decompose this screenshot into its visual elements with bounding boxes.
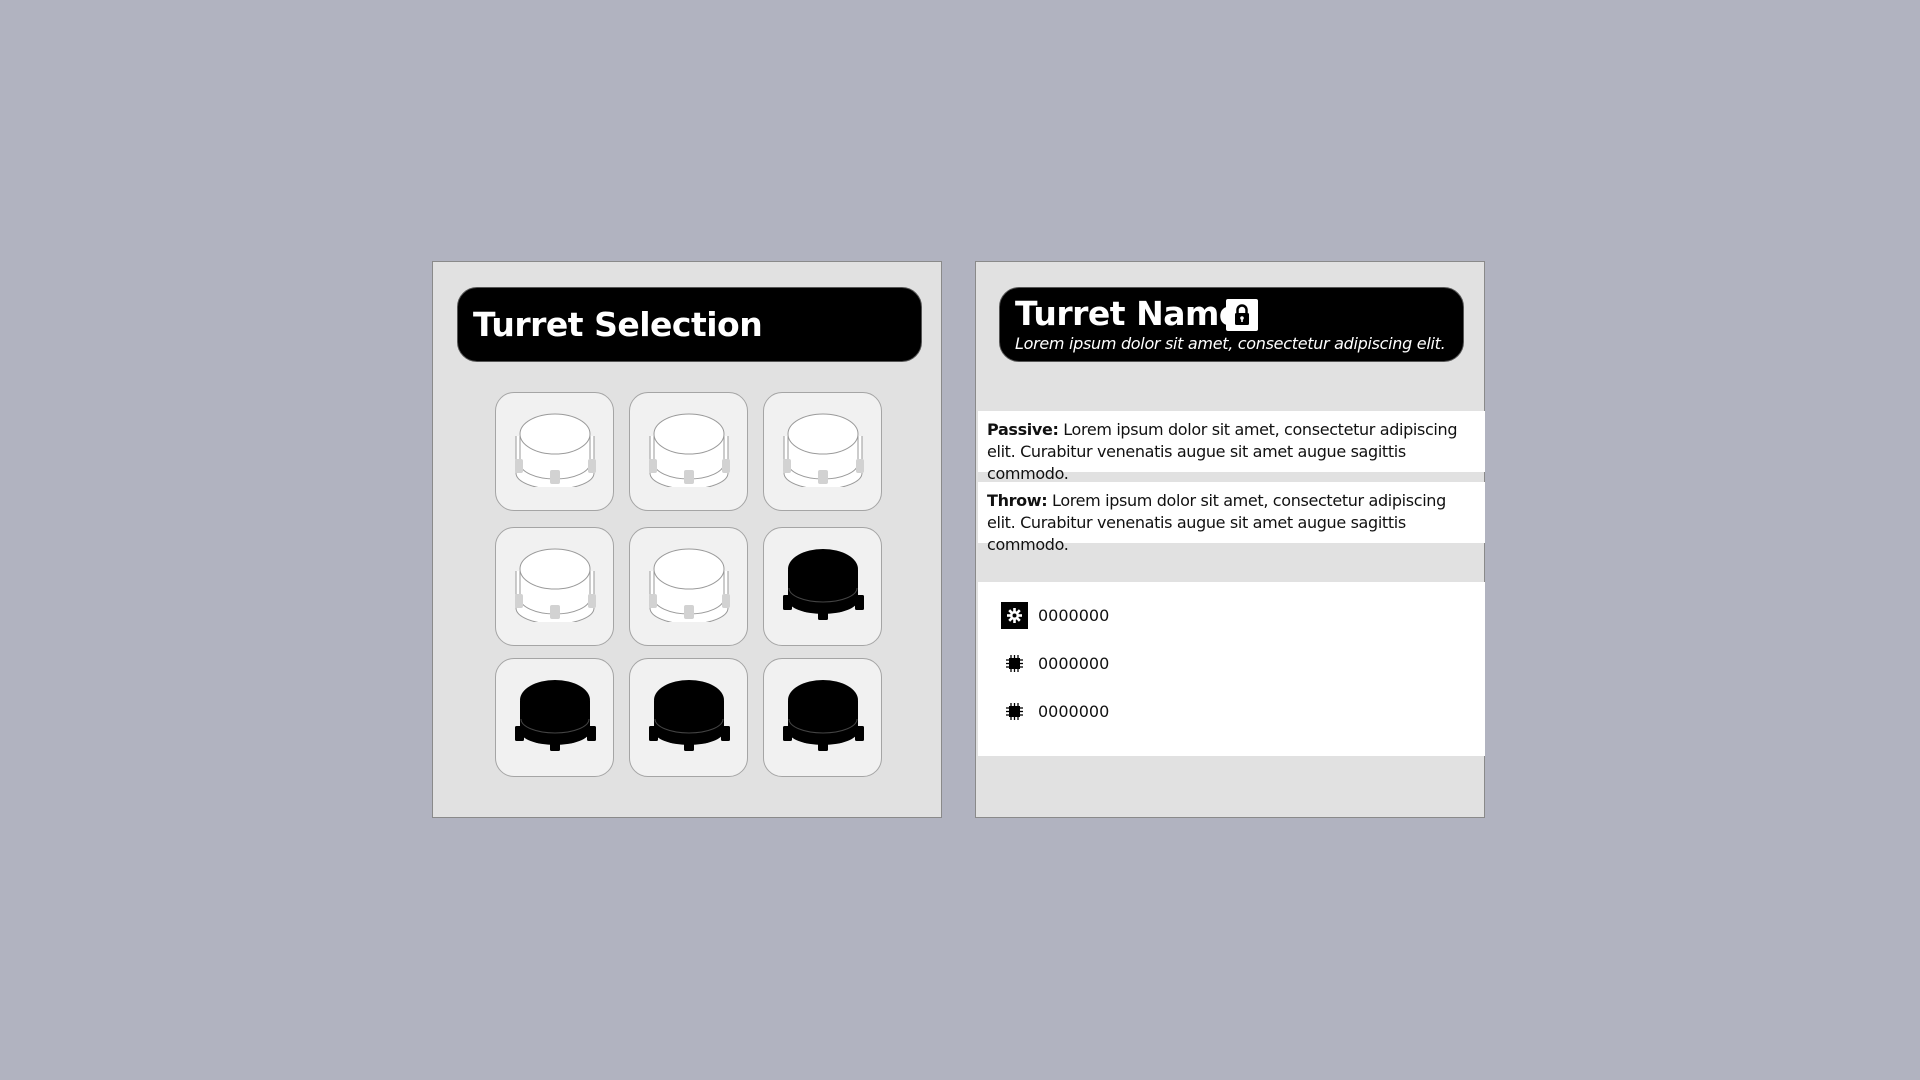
stat-row: 0000000	[1001, 698, 1301, 726]
turret-name-header: Turret Name Lorem ipsum dolor sit amet, …	[999, 287, 1464, 362]
turret-slot-7[interactable]	[495, 658, 614, 777]
turret-slot-8[interactable]	[629, 658, 748, 777]
turret-subtitle: Lorem ipsum dolor sit amet, consectetur …	[1015, 334, 1446, 353]
stat-row: 0000000	[1001, 602, 1301, 630]
lock-icon[interactable]	[1226, 299, 1258, 331]
turret-slot-5[interactable]	[629, 527, 748, 646]
stat-value: 0000000	[1038, 654, 1110, 673]
stats-list: 0000000 0000000 0000000	[978, 582, 1485, 756]
turret-details-panel: Turret Name Lorem ipsum dolor sit amet, …	[975, 261, 1485, 818]
stat-value: 0000000	[1038, 702, 1110, 721]
stat-row: 0000000	[1001, 650, 1301, 678]
turret-selection-panel: Turret Selection	[432, 261, 942, 818]
gear-icon	[1001, 602, 1028, 629]
turret-slot-1[interactable]	[495, 392, 614, 511]
passive-ability: Passive: Lorem ipsum dolor sit amet, con…	[978, 411, 1485, 483]
throw-ability: Throw: Lorem ipsum dolor sit amet, conse…	[978, 482, 1485, 554]
throw-text: Lorem ipsum dolor sit amet, consectetur …	[987, 491, 1446, 554]
turret-slot-9[interactable]	[763, 658, 882, 777]
chip-icon	[1001, 650, 1028, 677]
turret-grid	[495, 392, 885, 792]
passive-label: Passive:	[987, 420, 1059, 439]
turret-slot-3[interactable]	[763, 392, 882, 511]
selection-title: Turret Selection	[473, 305, 763, 344]
throw-label: Throw:	[987, 491, 1048, 510]
chip-icon	[1001, 698, 1028, 725]
turret-slot-6[interactable]	[763, 527, 882, 646]
stat-value: 0000000	[1038, 606, 1110, 625]
turret-name: Turret Name	[1015, 294, 1241, 333]
turret-slot-4[interactable]	[495, 527, 614, 646]
selection-header: Turret Selection	[457, 287, 922, 362]
turret-slot-2[interactable]	[629, 392, 748, 511]
